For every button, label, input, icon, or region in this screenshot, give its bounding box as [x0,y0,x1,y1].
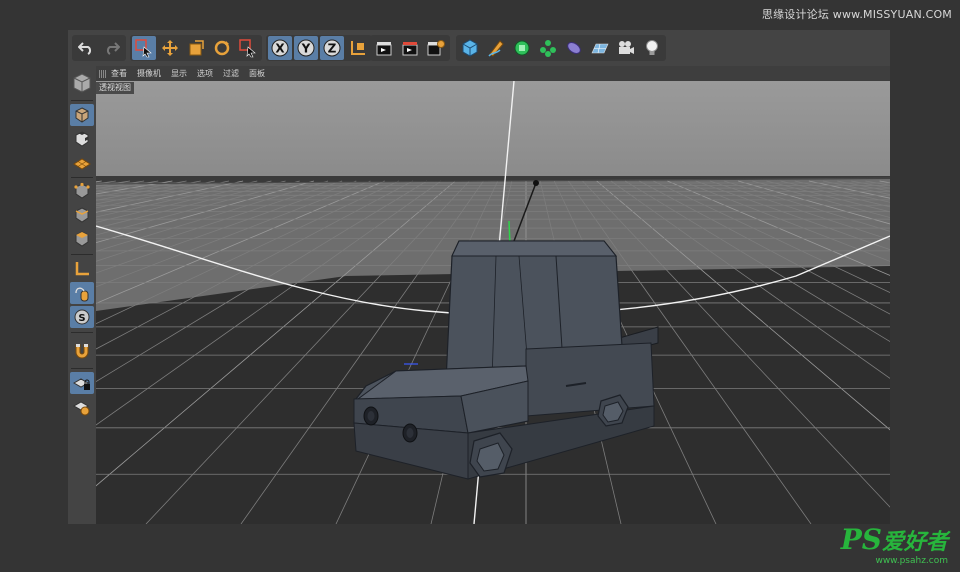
coordinate-system-icon [351,41,365,55]
menu-cameras[interactable]: 摄像机 [137,68,161,79]
cinema4d-window: X Y Z S 查看 摄像机 显示 选项 过滤 面板 透视视图 [68,30,890,524]
edges-mode-button[interactable] [70,204,94,226]
render-view-button[interactable] [372,36,396,60]
menu-view[interactable]: 查看 [111,68,127,79]
subdivision-icon [514,40,530,56]
object-create-group [456,35,666,61]
floor-object-button[interactable] [588,36,612,60]
snap-button[interactable]: S [70,306,94,328]
edges-cube-icon [75,207,89,223]
clapboard-render-icon [402,42,418,56]
cube-primitive-button[interactable] [458,36,482,60]
svg-text:S: S [78,313,85,324]
grid-lock-icon [73,378,90,390]
redo-icon [106,42,120,55]
locked-workplane-button[interactable] [70,372,94,394]
menu-panel[interactable]: 面板 [249,68,265,79]
scale-tool-button[interactable] [184,36,208,60]
ps-logo-url: www.psahz.com [875,556,948,566]
workplane-mode-button[interactable] [70,152,94,174]
viewport-scene [96,81,890,524]
axis-lock-group: X Y Z [266,35,372,61]
viewport-menu-bar: 查看 摄像机 显示 选项 过滤 面板 [96,66,890,81]
z-axis-button[interactable]: Z [320,36,344,60]
texture-checker-icon [75,131,89,147]
z-axis-letter: Z [328,42,337,56]
undo-button[interactable] [74,36,98,60]
x-axis-button[interactable]: X [268,36,292,60]
magnet-icon [75,344,89,359]
light-object-button[interactable] [640,36,664,60]
menu-display[interactable]: 显示 [171,68,187,79]
cube-icon [462,39,478,57]
snap-s-icon: S [74,309,90,325]
coordinate-system-button[interactable] [346,36,370,60]
grid-target-icon [73,401,90,416]
planar-workplane-button[interactable] [70,396,94,418]
render-picture-viewer-button[interactable] [398,36,422,60]
move-arrows-icon [162,40,178,56]
points-cube-icon [74,182,90,199]
texture-mode-button[interactable] [70,128,94,150]
transform-tools [130,35,262,61]
x-axis-icon: X [271,39,289,57]
recent-tool-button[interactable] [236,36,260,60]
deformer-icon [567,42,581,54]
redo-button[interactable] [100,36,124,60]
scale-box-icon [189,40,204,56]
tweak-mouse-icon [75,287,89,302]
clapboard-icon [376,42,392,56]
move-tool-button[interactable] [158,36,182,60]
polygons-cube-icon [75,231,89,247]
axis-corner-icon [75,262,89,276]
render-group [370,35,450,61]
model-cube-icon [75,107,89,123]
y-axis-icon: Y [297,39,315,57]
undo-group [72,35,126,61]
undo-icon [78,42,92,55]
y-axis-letter: Y [301,42,311,56]
menu-filter[interactable]: 过滤 [223,68,239,79]
selection-cursor-icon [135,39,152,58]
workplane-grid-icon [73,158,91,170]
model-mode-button[interactable] [70,104,94,126]
subdivision-surface-button[interactable] [510,36,534,60]
z-axis-icon: Z [323,39,341,57]
make-editable-button[interactable] [70,70,94,96]
checker-cube-icon [73,73,91,93]
selection-arrow-icon [239,39,256,58]
render-settings-button[interactable] [424,36,448,60]
tweak-mode-button[interactable] [70,282,94,304]
live-selection-button[interactable] [132,36,156,60]
polygons-mode-button[interactable] [70,228,94,250]
viewport-label: 透视视图 [96,82,134,94]
light-bulb-icon [646,40,658,55]
menu-grip-icon[interactable] [99,69,107,78]
points-mode-button[interactable] [70,180,94,202]
ps-logo-text: 爱好者 [881,529,948,555]
clapboard-gear-icon [427,40,445,56]
cloner-icon [540,40,556,57]
ps-logo-mark: PS [840,523,882,556]
pen-icon [488,40,504,57]
deformer-button[interactable] [562,36,586,60]
ps-logo-watermark: PS爱好者 www.psahz.com [840,523,948,567]
main-toolbar: X Y Z [68,30,890,67]
camera-icon [619,41,634,54]
x-axis-letter: X [275,42,285,56]
camera-object-button[interactable] [614,36,638,60]
perspective-viewport[interactable]: 透视视图 [96,81,890,524]
rotate-circle-icon [214,40,230,56]
menu-options[interactable]: 选项 [197,68,213,79]
rotate-tool-button[interactable] [210,36,234,60]
floor-grid-icon [591,43,609,54]
magnet-tool-button[interactable] [70,338,94,364]
site-watermark: 思缘设计论坛 www.MISSYUAN.COM [761,8,952,21]
array-generator-button[interactable] [536,36,560,60]
enable-axis-button[interactable] [70,258,94,280]
spline-pen-button[interactable] [484,36,508,60]
mode-toolbar: S [68,66,97,524]
y-axis-button[interactable]: Y [294,36,318,60]
